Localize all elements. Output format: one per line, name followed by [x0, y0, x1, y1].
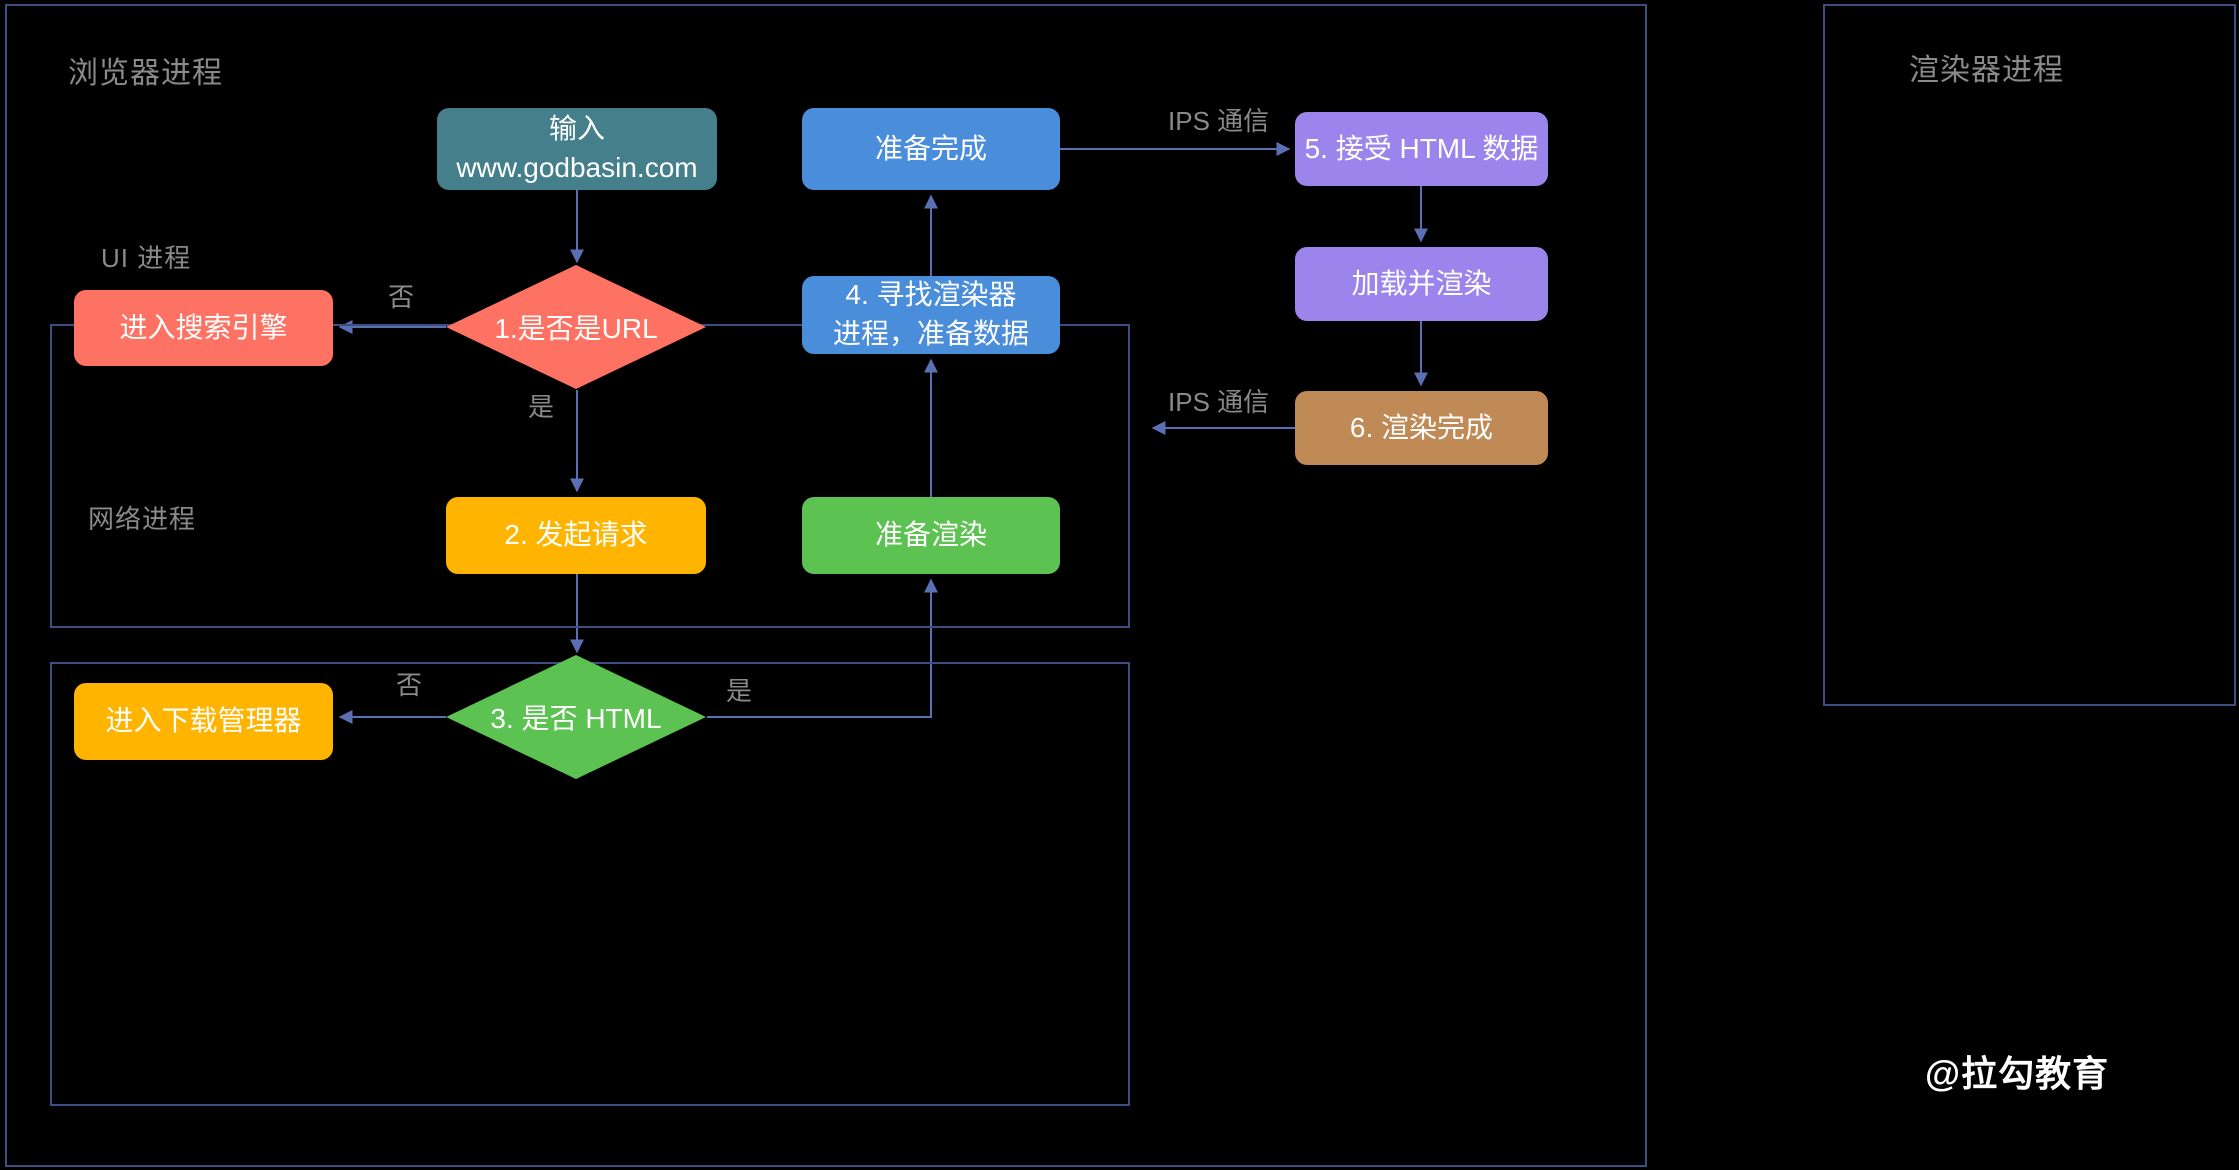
decision-shape-is-url — [446, 265, 706, 389]
container-renderer-process — [1823, 4, 2236, 706]
node-prepare-render[interactable]: 准备渲染 — [802, 497, 1060, 574]
edge-label-url-no: 否 — [388, 282, 415, 312]
node-enter-download-manager[interactable]: 进入下载管理器 — [74, 683, 333, 760]
node-send-request[interactable]: 2. 发起请求 — [446, 497, 706, 574]
node-find-renderer[interactable]: 4. 寻找渲染器 进程，准备数据 — [802, 276, 1060, 354]
watermark: @拉勾教育 — [1925, 1053, 2110, 1094]
container-label-renderer-process: 渲染器进程 — [1909, 54, 2064, 87]
container-label-network-process: 网络进程 — [88, 504, 197, 534]
node-load-and-render[interactable]: 加载并渲染 — [1295, 247, 1548, 321]
edge-label-url-yes: 是 — [528, 392, 555, 422]
node-render-complete[interactable]: 6. 渲染完成 — [1295, 391, 1548, 465]
edge-label-ipc-top: IPS 通信 — [1168, 106, 1270, 136]
diagram-canvas: 浏览器进程 渲染器进程 UI 进程网络进程 输入 www.godbasin.com 准… — [0, 0, 2239, 1170]
container-label-browser-process: 浏览器进程 — [68, 57, 223, 90]
node-receive-html-data[interactable]: 5. 接受 HTML 数据 — [1295, 112, 1548, 186]
edge-label-ipc-bottom: IPS 通信 — [1168, 387, 1270, 417]
decision-is-html[interactable]: 3. 是否 HTML — [446, 655, 706, 779]
node-prepare-done[interactable]: 准备完成 — [802, 108, 1060, 190]
container-label-ui-process: UI 进程 — [101, 243, 192, 273]
edge-label-html-yes: 是 — [726, 676, 753, 706]
decision-shape-is-html — [446, 655, 706, 779]
node-input-url[interactable]: 输入 www.godbasin.com — [437, 108, 717, 190]
decision-is-url[interactable]: 1.是否是URL — [446, 265, 706, 389]
edge-label-html-no: 否 — [396, 670, 423, 700]
node-enter-search-engine[interactable]: 进入搜索引擎 — [74, 290, 333, 366]
